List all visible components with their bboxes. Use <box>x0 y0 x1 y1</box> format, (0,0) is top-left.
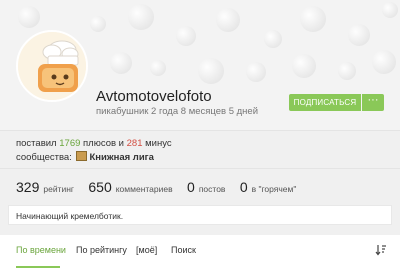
metric-label: в "горячем" <box>251 184 297 194</box>
user-tenure: пикабушник 2 года 8 месяцев 5 дней <box>96 106 259 117</box>
metric-label: постов <box>198 184 226 194</box>
username: Avtomotovelofoto <box>96 88 212 105</box>
plus-count: 1769 <box>59 138 81 149</box>
divider <box>0 168 400 169</box>
votes-prefix: поставил <box>16 138 57 149</box>
communities-label: сообщества: <box>16 152 72 163</box>
metric-label: комментариев <box>115 184 173 194</box>
metric-hot[interactable]: 0в "горячем" <box>240 179 297 195</box>
metric-value: 329 <box>16 179 40 195</box>
metric-label: рейтинг <box>43 184 74 194</box>
profile-card: Avtomotovelofoto пикабушник 2 года 8 мес… <box>0 0 400 272</box>
metric-comments[interactable]: 650 комментариев <box>88 179 173 195</box>
sort-icon[interactable] <box>375 243 387 261</box>
tab-by-rating[interactable]: По рейтингу <box>76 245 127 255</box>
votes-line: поставил 1769 плюсов и 281 минус <box>16 138 172 149</box>
metric-value: 0 <box>239 179 248 195</box>
minus-count: 281 <box>126 138 143 149</box>
communities-line: сообщества: Книжная лига <box>16 151 154 163</box>
active-tab-indicator <box>16 266 60 268</box>
tab-mine[interactable]: [моё] <box>136 245 157 255</box>
book-community-icon <box>76 151 88 161</box>
metric-value: 650 <box>88 179 112 195</box>
more-options-button[interactable]: ··· <box>362 94 384 111</box>
chef-bread-avatar-icon <box>18 32 86 100</box>
community-link[interactable]: Книжная лига <box>89 152 153 163</box>
metric-rating: 329 рейтинг <box>16 179 74 195</box>
user-avatar[interactable] <box>16 30 88 102</box>
user-bio: Начинающий кремелботик. <box>16 211 124 221</box>
subscribe-button[interactable]: ПОДПИСАТЬСЯ <box>289 94 361 111</box>
tab-by-time[interactable]: По времени <box>16 245 66 255</box>
profile-metrics: 329 рейтинг 650 комментариев 0 постов 0в "г… <box>16 179 308 195</box>
metric-posts[interactable]: 0 постов <box>187 179 226 195</box>
plus-label: плюсов и <box>83 138 124 149</box>
divider <box>0 130 400 131</box>
tab-search[interactable]: Поиск <box>171 245 196 255</box>
metric-value: 0 <box>187 179 195 195</box>
minus-label: минус <box>145 138 172 149</box>
